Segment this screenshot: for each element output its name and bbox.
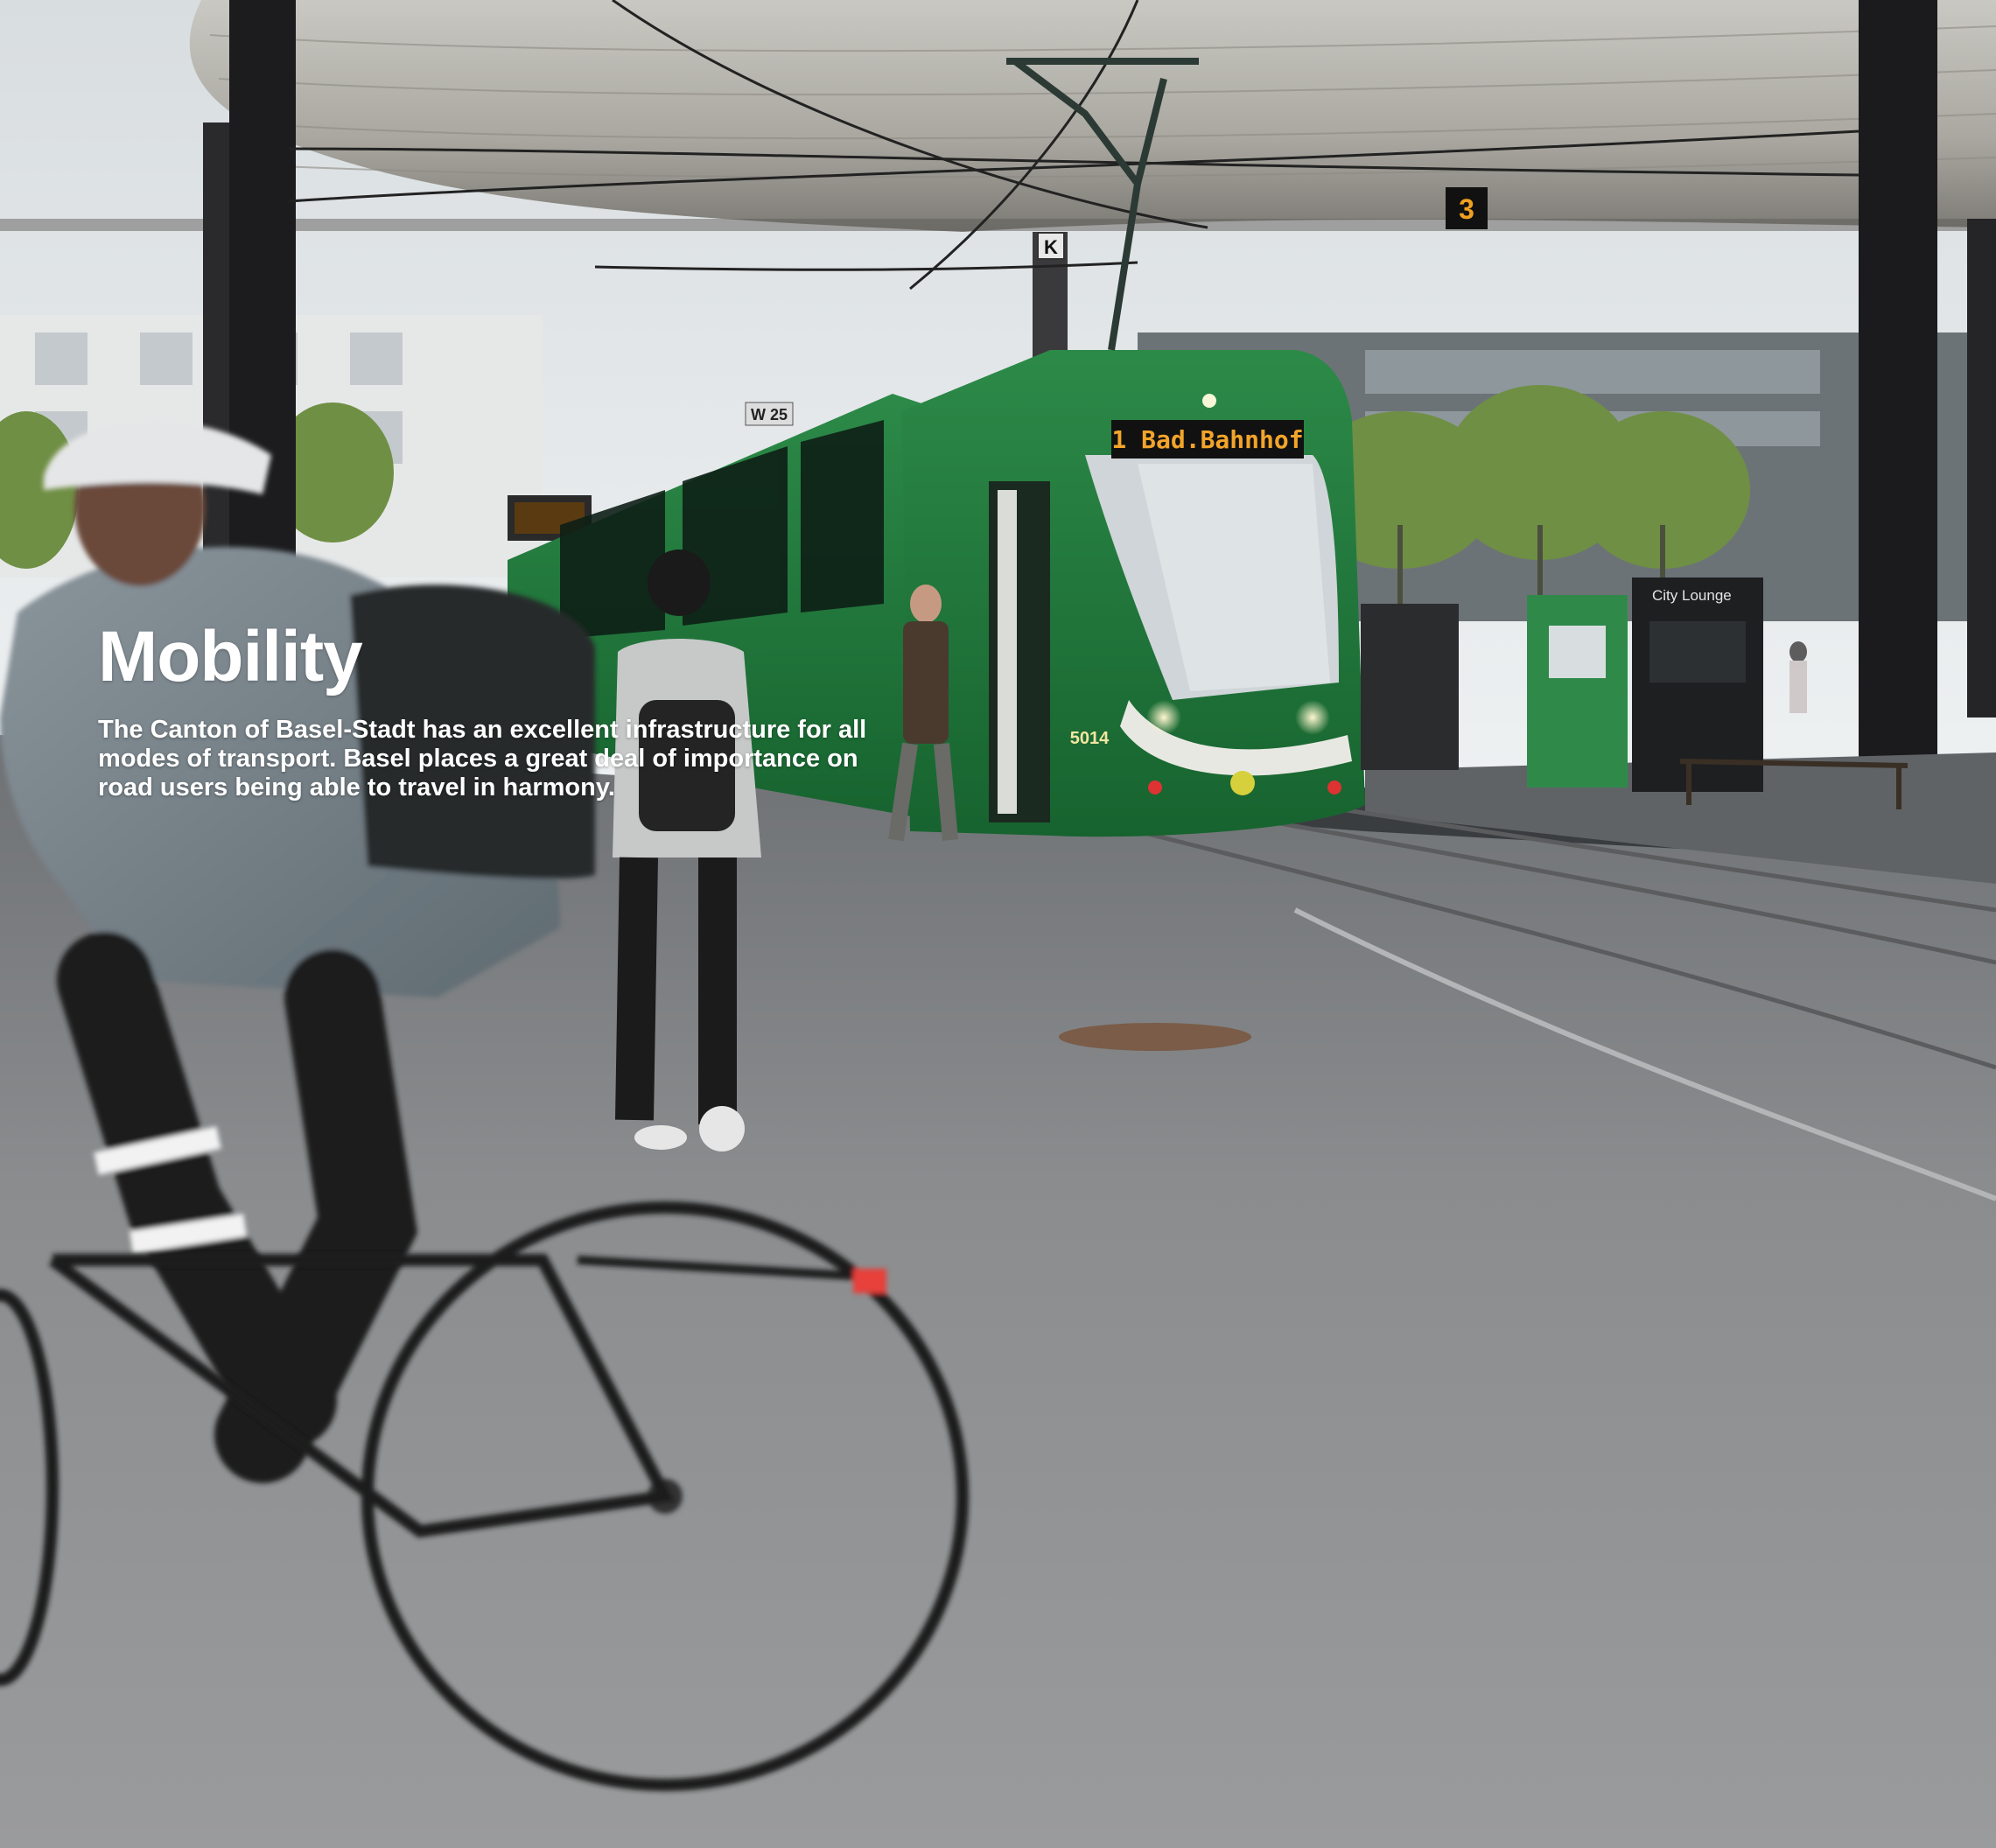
stop-sign-label: W 25 (751, 406, 788, 424)
pillar-left-back (203, 122, 229, 595)
article-overlay: Mobility The Canton of Basel-Stadt has a… (98, 621, 991, 802)
roof-edge (0, 219, 1996, 231)
city-lounge-sign: City Lounge (1652, 587, 1732, 604)
platform-sign-label: K (1044, 236, 1058, 258)
overhead-sign-label: 3 (1459, 193, 1474, 225)
street-photo: K 3 W 25 1 Bad.Bahnhof 5014 City Lounge (0, 0, 1996, 1848)
pillar-right (1859, 0, 1937, 792)
tram-number: 5014 (1070, 729, 1110, 748)
pillar-left (229, 0, 296, 595)
bicycle-rear-light (853, 1269, 886, 1293)
intro-paragraph: The Canton of Basel-Stadt has an excelle… (98, 716, 867, 802)
info-column (1361, 604, 1459, 770)
pillar-far-right (1967, 219, 1996, 718)
manhole-cover (1059, 1023, 1251, 1051)
destination-display-text: 1 Bad.Bahnhof (1111, 425, 1303, 454)
ticket-machine (1527, 595, 1628, 788)
page-title: Mobility (98, 617, 363, 696)
tram-logo-icon (1230, 771, 1255, 795)
